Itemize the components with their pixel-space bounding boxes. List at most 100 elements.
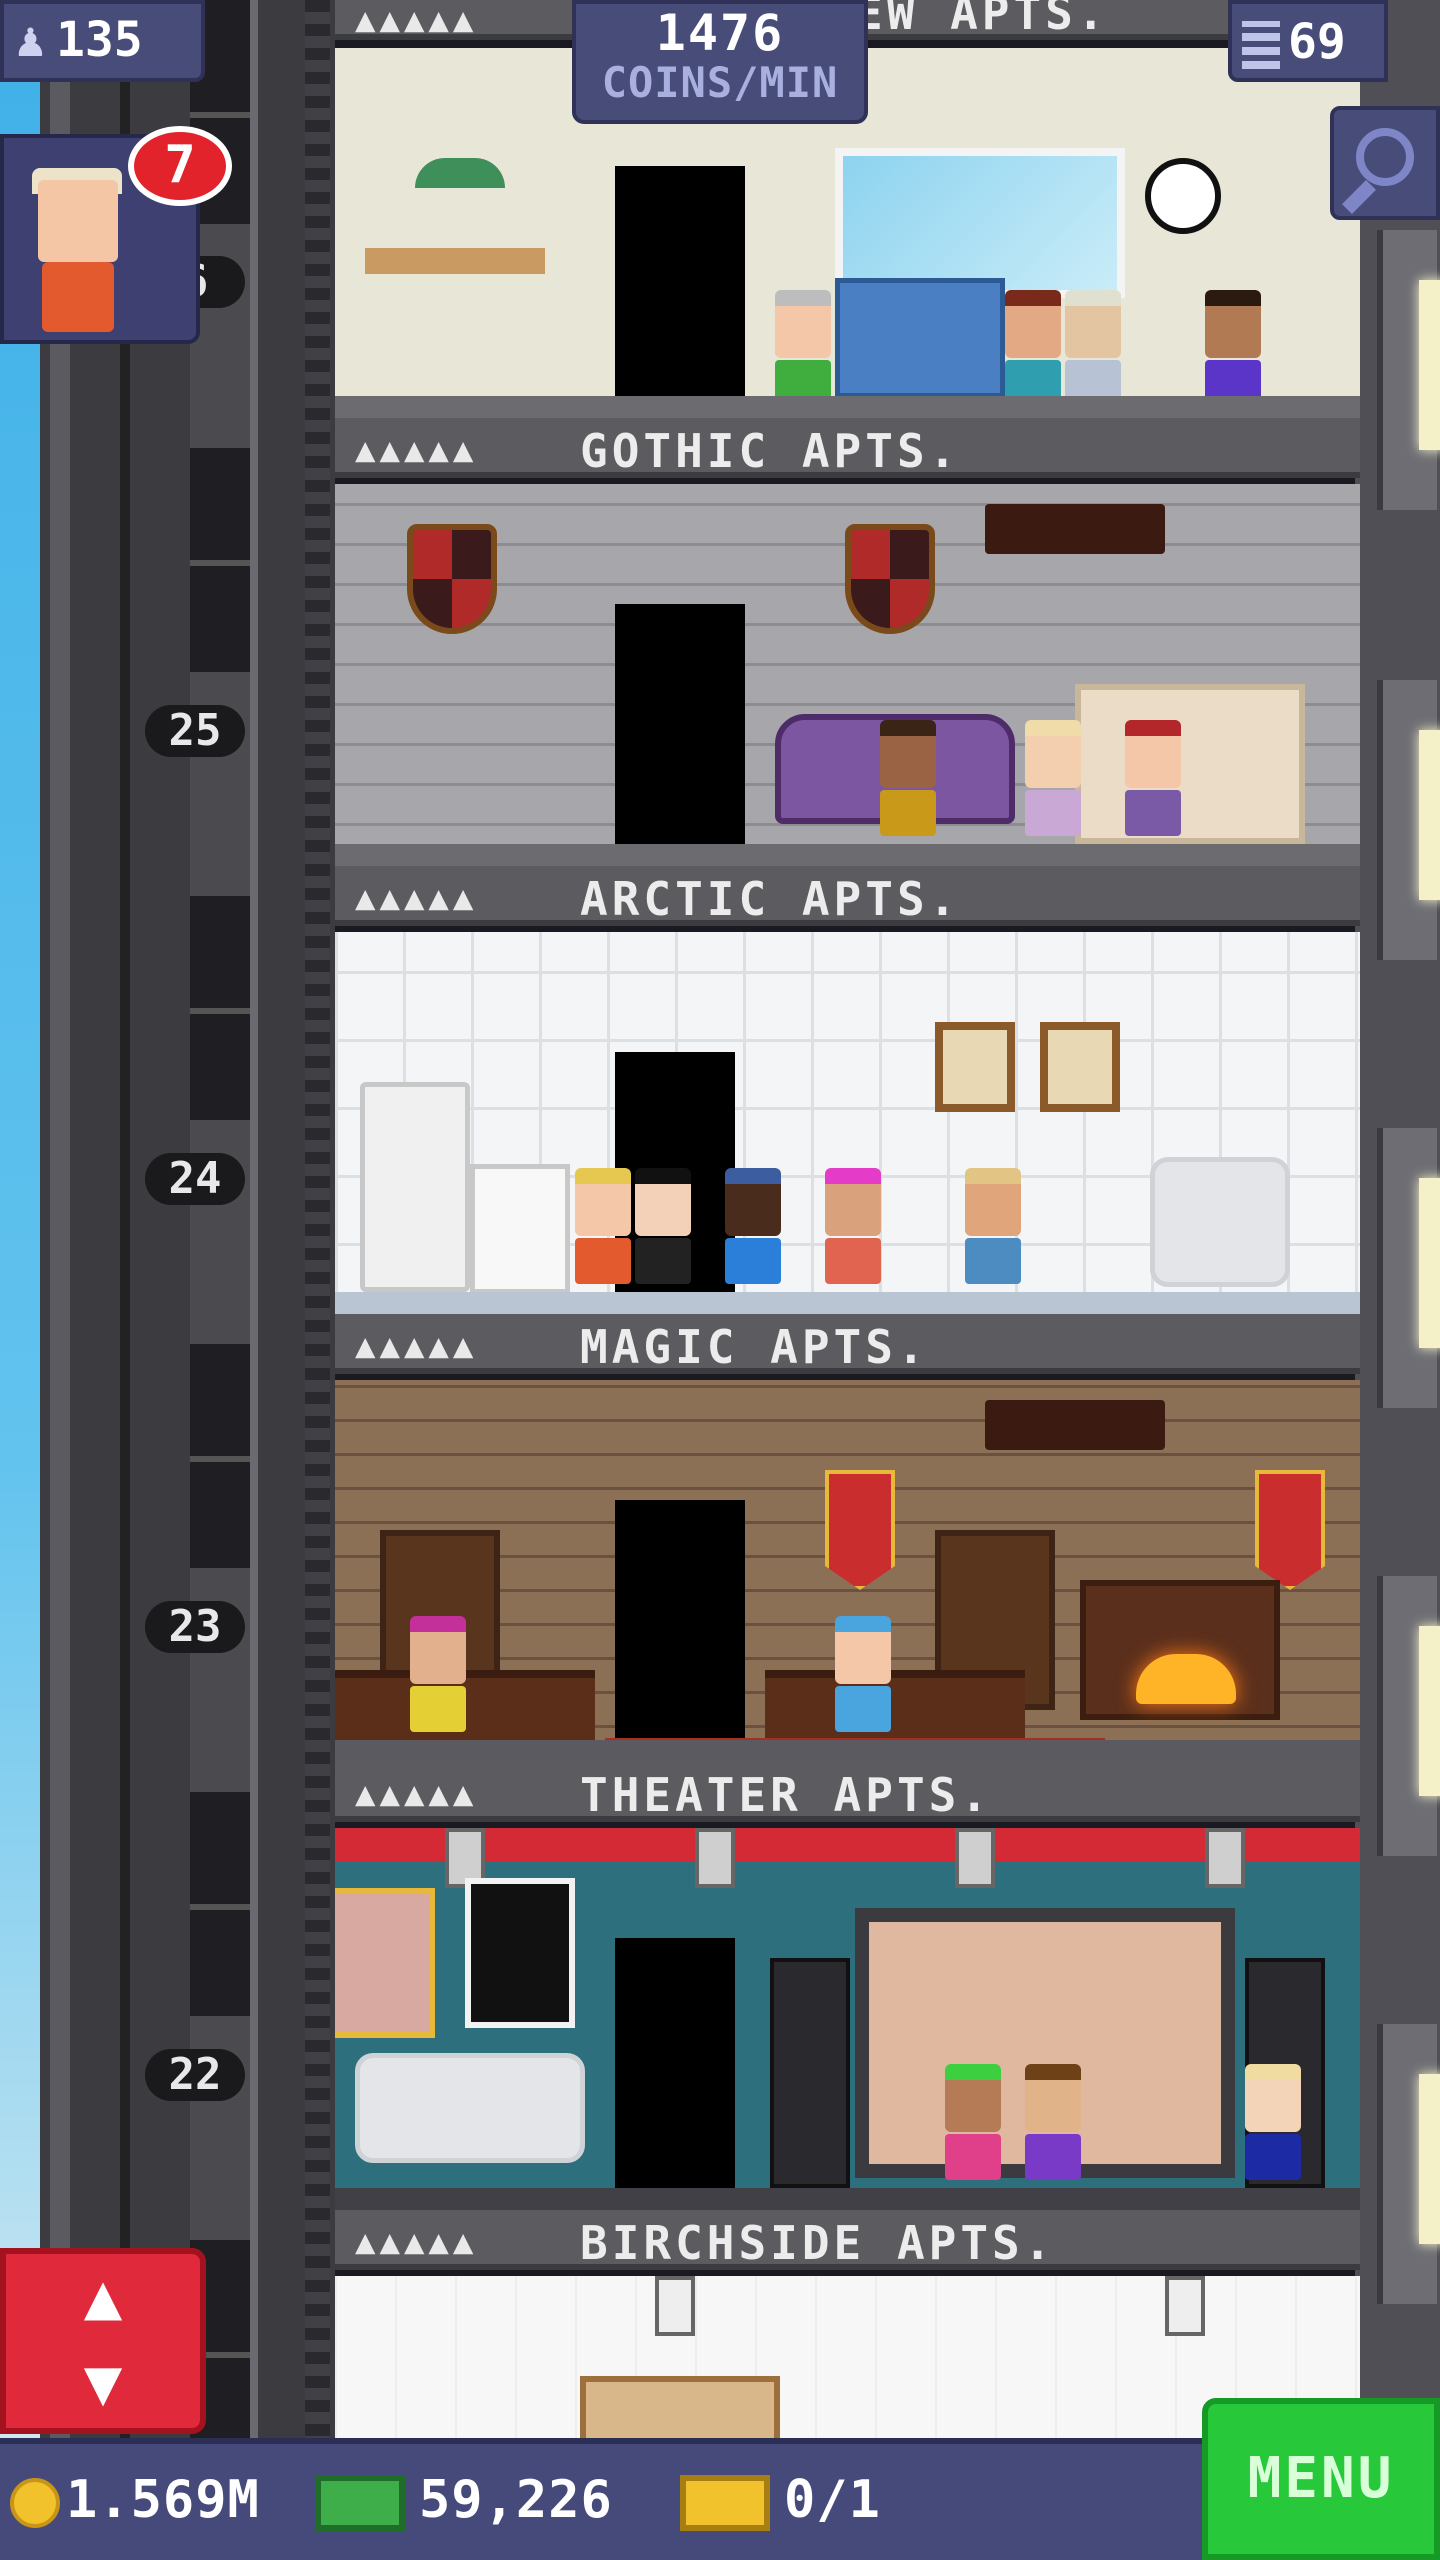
bux-display[interactable]: 59,226 (315, 2470, 613, 2531)
spotlight (955, 1828, 995, 1888)
picture-frame (935, 1022, 1015, 1112)
stories-counter[interactable]: 69 (1228, 0, 1388, 82)
ceiling-lamp (655, 2276, 695, 2336)
apartment-door (615, 604, 745, 844)
population-value: 135 (56, 12, 143, 68)
bitizen[interactable] (1025, 720, 1085, 836)
floor-stars: ▲▲▲▲▲ (355, 0, 478, 40)
chandelier (985, 504, 1165, 554)
bitizen[interactable] (1025, 2064, 1085, 2180)
floor-name: EW APTS. (855, 0, 1109, 40)
floor-sign: ▲▲▲▲▲ MAGIC APTS. (335, 1314, 1360, 1374)
apartment-room (335, 484, 1360, 866)
bitizen[interactable] (825, 1168, 885, 1284)
floor-baseboard (335, 2188, 1360, 2210)
floor-name: ARCTIC APTS. (580, 872, 961, 926)
bitizen[interactable] (575, 1168, 635, 1284)
table (365, 248, 545, 274)
building-edge (1355, 0, 1440, 2440)
wall-banner (825, 1470, 895, 1590)
wall-shield (845, 524, 935, 634)
coin-icon (10, 2478, 60, 2528)
bitizen[interactable] (1245, 2064, 1305, 2180)
floor-name: BIRCHSIDE APTS. (580, 2216, 1056, 2270)
floor-baseboard (335, 396, 1360, 418)
bitizen[interactable] (635, 1168, 695, 1284)
bux-value: 59,226 (419, 2470, 613, 2530)
shaft-rail (50, 0, 70, 2440)
floor-theater-apts[interactable]: ▲▲▲▲▲ THEATER APTS. (335, 1762, 1360, 2210)
bitizen[interactable] (725, 1168, 785, 1284)
bitizen[interactable] (880, 720, 940, 836)
magnifier-icon (1356, 128, 1414, 186)
picture-frame (1040, 1022, 1120, 1112)
cabinet (835, 278, 1005, 398)
floor-baseboard (335, 844, 1360, 866)
apartment-room (335, 1828, 1360, 2210)
floor-stars: ▲▲▲▲▲ (355, 2222, 478, 2262)
floor-number-label: 23 (145, 1601, 245, 1653)
bitizen[interactable] (410, 1616, 470, 1732)
floor-number-label: 24 (145, 1153, 245, 1205)
magnifier-handle (1342, 180, 1376, 214)
floor-gothic-apts[interactable]: ▲▲▲▲▲ GOTHIC APTS. (335, 418, 1360, 866)
wall-clock (1145, 158, 1221, 234)
bitizen-avatar-shirt (42, 262, 114, 332)
fireplace (1075, 684, 1305, 844)
apartment-room (335, 1380, 1360, 1762)
bitizen[interactable] (945, 2064, 1005, 2180)
shaft-rail (120, 0, 130, 2440)
refrigerator (360, 1082, 470, 1292)
floor-sign: ▲▲▲▲▲ GOTHIC APTS. (335, 418, 1360, 478)
stories-value: 69 (1288, 14, 1346, 70)
bitizen[interactable] (775, 290, 835, 406)
population-counter[interactable]: ♟ 135 (0, 0, 205, 82)
floor-sign: ▲▲▲▲▲ BIRCHSIDE APTS. (335, 2210, 1360, 2270)
coins-per-min-label: COINS/MIN (601, 58, 839, 107)
apartment-door (615, 166, 745, 406)
tickets-display[interactable]: 0/1 (680, 2470, 881, 2531)
floor-stars: ▲▲▲▲▲ (355, 878, 478, 918)
window-light (1419, 2074, 1440, 2244)
building-icon (1242, 21, 1280, 69)
apartment-room (335, 932, 1360, 1314)
floor-sign: ▲▲▲▲▲ THEATER APTS. (335, 1762, 1360, 1822)
bitizen[interactable] (1065, 290, 1125, 406)
coins-per-minute-panel: 1476 COINS/MIN (572, 0, 868, 124)
fire (1136, 1654, 1236, 1704)
coins-per-min-value: 1476 (655, 4, 785, 62)
window-light (1419, 730, 1440, 900)
stove (470, 1164, 570, 1294)
window (835, 148, 1125, 298)
zoom-button[interactable] (1330, 106, 1440, 220)
bitizen[interactable] (835, 1616, 895, 1732)
movie-poster (465, 1878, 575, 2028)
bitizen[interactable] (1205, 290, 1265, 406)
coins-display[interactable]: 1.569M (10, 2470, 260, 2530)
floor-arctic-apts[interactable]: ▲▲▲▲▲ ARCTIC APTS. (335, 866, 1360, 1314)
fireplace (1080, 1580, 1280, 1720)
chandelier (985, 1400, 1165, 1450)
bitizen-avatar (38, 180, 118, 262)
floor-magic-apts[interactable]: ▲▲▲▲▲ MAGIC APTS. (335, 1314, 1360, 1762)
floor-number-label: 22 (145, 2049, 245, 2101)
hanging-lamp (415, 158, 505, 188)
bitizen[interactable] (965, 1168, 1025, 1284)
floor-stars: ▲▲▲▲▲ (355, 1326, 478, 1366)
window-light (1419, 1626, 1440, 1796)
menu-button[interactable]: MENU (1202, 2398, 1440, 2560)
floor-sign: ▲▲▲▲▲ ARCTIC APTS. (335, 866, 1360, 926)
wall-banner (1255, 1470, 1325, 1590)
apartment-door (615, 1938, 735, 2188)
floor-stars: ▲▲▲▲▲ (355, 1774, 478, 1814)
couch (355, 2053, 585, 2163)
bitizen[interactable] (1005, 290, 1065, 406)
window-light (1419, 1178, 1440, 1348)
shaft-ladder (305, 0, 330, 2440)
elevator-button[interactable]: ▲ ▼ (0, 2248, 206, 2434)
tickets-value: 0/1 (784, 2470, 881, 2530)
speaker (770, 1958, 850, 2188)
movie-poster (335, 1888, 435, 2038)
floor-number-label: 25 (145, 705, 245, 757)
bitizen[interactable] (1125, 720, 1185, 836)
